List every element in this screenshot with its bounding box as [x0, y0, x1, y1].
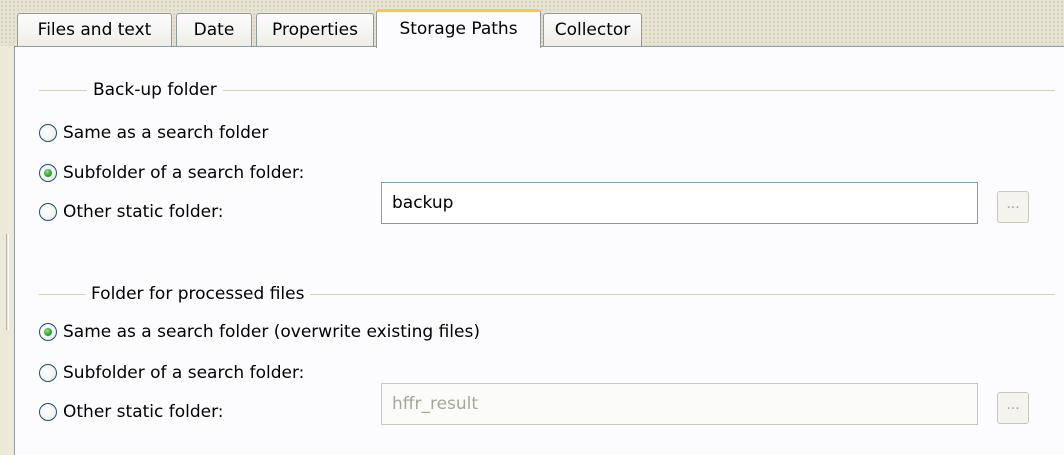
- tab-storage-paths[interactable]: Storage Paths: [376, 9, 541, 48]
- backup-radio-other-static[interactable]: Other static folder:: [39, 200, 224, 224]
- tab-date[interactable]: Date: [176, 13, 252, 47]
- backup-group-title: Back-up folder: [87, 80, 223, 100]
- radio-label: Same as a search folder (overwrite exist…: [63, 322, 480, 342]
- processed-folder-input[interactable]: hffr_result: [381, 383, 978, 425]
- backup-browse-button[interactable]: ...: [997, 191, 1029, 223]
- tab-properties[interactable]: Properties: [256, 13, 374, 47]
- processed-radio-other-static[interactable]: Other static folder:: [39, 400, 224, 424]
- radio-button-selected-icon[interactable]: [39, 164, 57, 182]
- backup-folder-input[interactable]: backup: [381, 182, 978, 224]
- radio-label: Subfolder of a search folder:: [63, 163, 305, 183]
- backup-radio-same-as-search[interactable]: Same as a search folder: [39, 121, 268, 145]
- radio-button-icon[interactable]: [39, 403, 57, 421]
- radio-button-icon[interactable]: [39, 124, 57, 142]
- radio-label: Subfolder of a search folder:: [63, 363, 305, 383]
- tab-files-and-text[interactable]: Files and text: [17, 13, 172, 47]
- radio-label: Other static folder:: [63, 402, 224, 422]
- splitter-grip-icon: [6, 234, 9, 330]
- processed-radio-same-as-search[interactable]: Same as a search folder (overwrite exist…: [39, 320, 480, 344]
- radio-button-selected-icon[interactable]: [39, 323, 57, 341]
- storage-paths-panel: Back-up folder Same as a search folder S…: [14, 46, 1064, 455]
- backup-radio-subfolder[interactable]: Subfolder of a search folder:: [39, 161, 304, 185]
- radio-label: Same as a search folder: [63, 123, 269, 143]
- processed-group-title: Folder for processed files: [85, 284, 311, 304]
- processed-browse-button[interactable]: ...: [997, 392, 1029, 424]
- left-splitter[interactable]: [0, 46, 14, 455]
- radio-button-icon[interactable]: [39, 364, 57, 382]
- radio-button-icon[interactable]: [39, 203, 57, 221]
- processed-radio-subfolder[interactable]: Subfolder of a search folder:: [39, 361, 304, 385]
- tab-collector[interactable]: Collector: [543, 13, 642, 47]
- radio-label: Other static folder:: [63, 202, 224, 222]
